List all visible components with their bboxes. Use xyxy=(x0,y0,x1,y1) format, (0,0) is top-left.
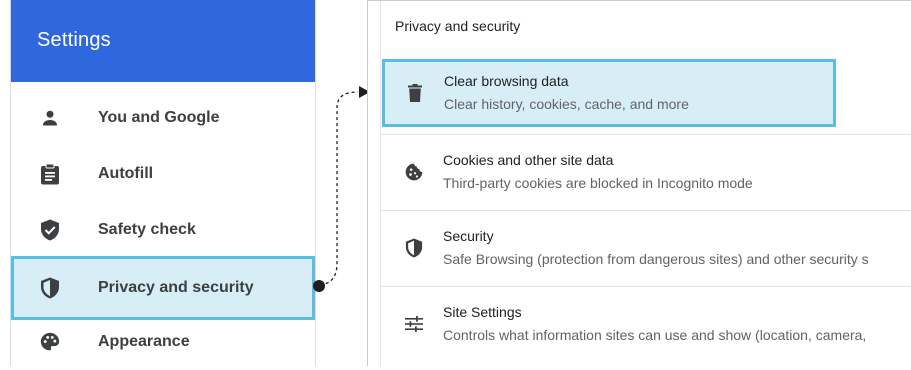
row-title: Site Settings xyxy=(443,303,522,320)
shield-half-icon xyxy=(38,276,62,300)
clipboard-icon xyxy=(38,162,62,186)
sidebar-item-label: You and Google xyxy=(98,109,220,126)
connector-dot xyxy=(313,280,325,292)
sidebar-item-privacy-and-security[interactable]: Privacy and security xyxy=(11,256,315,320)
trash-icon xyxy=(404,82,426,104)
sidebar-item-label: Safety check xyxy=(98,221,196,238)
settings-header: Settings xyxy=(11,0,315,82)
row-subtitle: Controls what information sites can use … xyxy=(443,326,867,343)
security-row[interactable]: Security Safe Browsing (protection from … xyxy=(381,210,911,284)
sidebar-item-label: Privacy and security xyxy=(98,279,254,296)
palette-icon xyxy=(38,330,62,354)
tune-icon xyxy=(403,313,425,335)
row-title: Cookies and other site data xyxy=(443,151,614,168)
sidebar-item-you-and-google[interactable]: You and Google xyxy=(11,90,315,146)
cookie-icon xyxy=(403,161,425,183)
shield-half-icon xyxy=(403,237,425,259)
site-settings-row[interactable]: Site Settings Controls what information … xyxy=(381,286,911,360)
row-subtitle: Safe Browsing (protection from dangerous… xyxy=(443,250,869,267)
sidebar-item-label: Autofill xyxy=(98,165,154,182)
settings-sidebar: Settings You and Google Autofill Safety … xyxy=(10,0,325,366)
cookies-row[interactable]: Cookies and other site data Third-party … xyxy=(381,134,911,208)
sidebar-item-label: Appearance xyxy=(98,333,190,350)
shield-check-icon xyxy=(38,218,62,242)
sidebar-item-autofill[interactable]: Autofill xyxy=(11,146,315,202)
privacy-panel: Privacy and security Clear browsing data… xyxy=(367,0,911,366)
row-subtitle: Third-party cookies are blocked in Incog… xyxy=(443,174,753,191)
row-title: Security xyxy=(443,227,494,244)
sidebar-item-appearance[interactable]: Appearance xyxy=(11,314,315,370)
panel-title: Privacy and security xyxy=(395,18,521,34)
row-title: Clear browsing data xyxy=(444,73,569,89)
row-subtitle: Clear history, cookies, cache, and more xyxy=(444,96,689,112)
person-icon xyxy=(38,106,62,130)
privacy-card: Privacy and security Clear browsing data… xyxy=(380,1,911,366)
sidebar-item-safety-check[interactable]: Safety check xyxy=(11,202,315,258)
clear-browsing-data-row[interactable]: Clear browsing data Clear history, cooki… xyxy=(382,59,836,127)
settings-title: Settings xyxy=(37,29,111,51)
